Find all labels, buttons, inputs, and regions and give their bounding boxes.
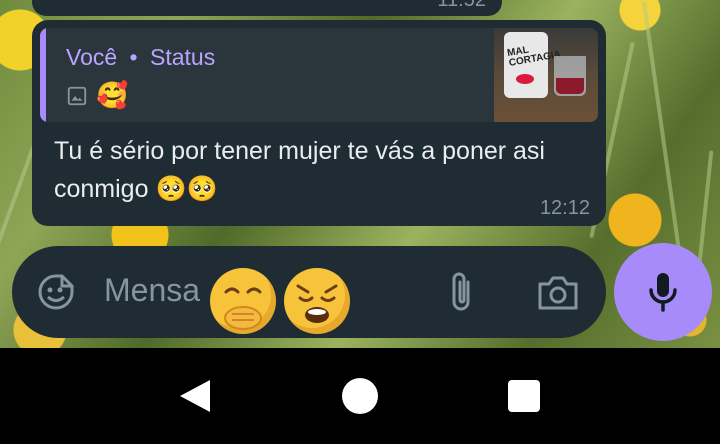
camera-icon[interactable] (536, 272, 580, 312)
status-thumbnail: MAL CORTAGIA (494, 28, 598, 122)
quote-source: Status (150, 44, 216, 70)
quote-accent-bar (40, 28, 46, 122)
quote-separator: • (129, 44, 138, 70)
previous-message-bubble[interactable]: 11:52 (32, 0, 502, 16)
image-icon (66, 85, 88, 107)
hand-over-mouth-emoji (210, 268, 276, 334)
lips-graphic (516, 74, 534, 84)
weary-face-emoji (284, 268, 350, 334)
quote-emoji: 🥰 (96, 80, 129, 110)
message-time: 12:12 (539, 197, 590, 219)
drink-graphic (556, 78, 584, 94)
home-icon[interactable] (342, 378, 378, 414)
quote-author: Você (66, 44, 118, 70)
previous-message-time: 11:52 (437, 0, 486, 11)
recents-icon[interactable] (508, 380, 540, 412)
quote-author-line: Você • Status (66, 44, 215, 71)
message-input[interactable]: Mensa (104, 272, 200, 309)
paperclip-icon[interactable] (444, 270, 480, 314)
sticker-icon[interactable] (36, 272, 76, 312)
back-icon[interactable] (178, 378, 212, 419)
message-bubble[interactable]: Você • Status 🥰 MAL CORTAGIA Tu é sério … (32, 20, 606, 226)
quoted-status[interactable]: Você • Status 🥰 MAL CORTAGIA (40, 28, 598, 122)
message-text: Tu é sério por tener mujer te vás a pone… (54, 137, 545, 203)
quote-content: 🥰 (66, 80, 128, 111)
microphone-icon[interactable] (614, 243, 712, 341)
